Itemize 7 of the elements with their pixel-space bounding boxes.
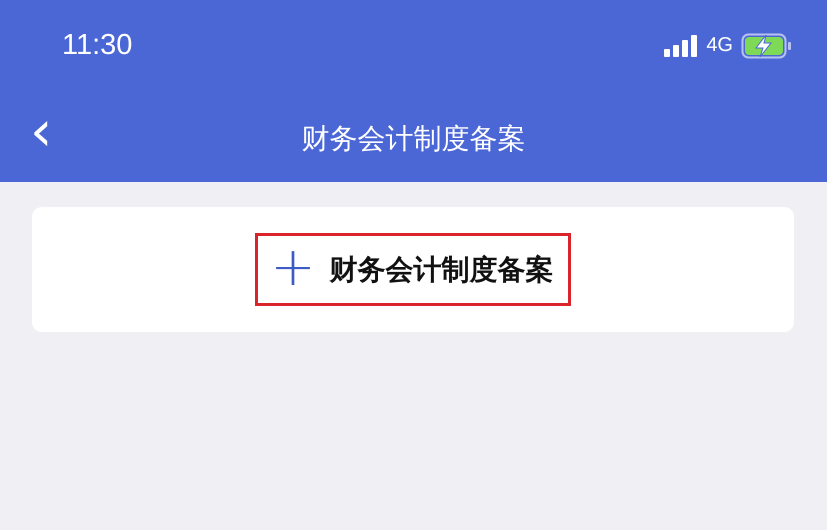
plus-icon: + — [270, 240, 316, 294]
add-filing-button[interactable]: + 财务会计制度备案 — [255, 233, 571, 306]
status-time: 11:30 — [62, 29, 132, 62]
signal-icon — [664, 34, 698, 56]
network-label: 4G — [706, 34, 733, 57]
page-title: 财务会计制度备案 — [302, 122, 526, 154]
back-button[interactable]: ‹ — [0, 104, 72, 160]
